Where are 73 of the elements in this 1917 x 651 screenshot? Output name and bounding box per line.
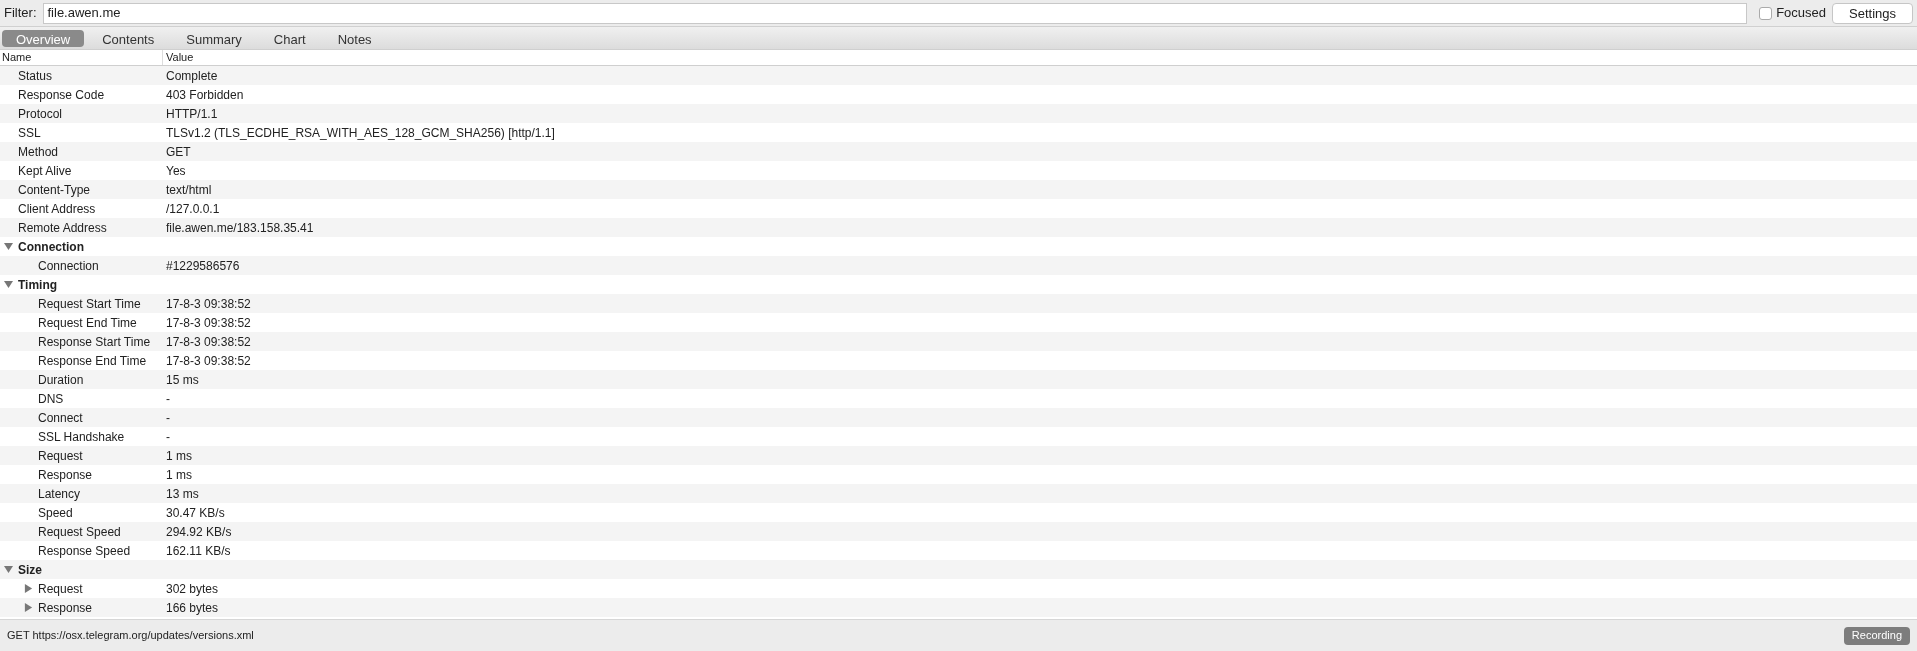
property-name: Connect [38,409,83,427]
property-value: /127.0.0.1 [165,200,220,218]
property-name: Status [18,67,53,85]
tab[interactable]: Contents [88,29,169,47]
filter-label: Filter: [4,4,37,23]
triangle-right-icon[interactable] [24,603,33,612]
group-label: Connection [18,238,84,256]
property-name: Remote Address [18,219,107,237]
property-value: 17-8-3 09:38:52 [165,295,251,313]
property-value: 1 ms [165,466,192,484]
property-value: 30.47 KB/s [165,504,225,522]
property-value: 13 ms [165,485,199,503]
settings-button[interactable]: Settings [1832,2,1913,24]
property-name: Duration [38,371,84,389]
property-name: SSL Handshake [38,428,125,446]
property-value: #1229586576 [165,257,240,275]
property-value: - [165,409,170,427]
property-name: SSL [18,124,41,142]
property-name: Response Speed [38,542,131,560]
property-value: TLSv1.2 (TLS_ECDHE_RSA_WITH_AES_128_GCM_SHA256) [http/1.1] [165,124,555,142]
property-value: Yes [165,162,186,180]
group-label: Timing [18,276,58,294]
focused-label: Focused [1776,4,1826,23]
property-name: Request Start Time [38,295,141,313]
property-value: file.awen.me/183.158.35.41 [165,219,314,237]
property-value: 17-8-3 09:38:52 [165,333,251,351]
tab[interactable]: Chart [259,29,320,47]
property-value: 17-8-3 09:38:52 [165,314,251,332]
triangle-down-icon[interactable] [4,280,13,289]
property-value: 302 bytes [165,580,219,598]
property-name: Request [38,580,83,598]
property-value: 15 ms [165,371,199,389]
property-value: 166 bytes [165,599,219,617]
property-name: Kept Alive [18,162,72,180]
property-value: 403 Forbidden [165,86,244,104]
property-name: Response [38,466,93,484]
property-value: 17-8-3 09:38:52 [165,352,251,370]
property-name: Speed [38,504,73,522]
request-url: GET https://osx.telegram.org/updates/versions.xml [7,628,254,644]
triangle-down-icon[interactable] [4,565,13,574]
property-value: 1 ms [165,447,192,465]
focused-checkbox[interactable] [1759,6,1773,20]
recording-button[interactable]: Recording [1843,626,1910,645]
filter-field[interactable]: file.awen.me [42,2,1748,24]
property-name: Connection [38,257,99,275]
triangle-down-icon[interactable] [4,242,13,251]
property-value: text/html [165,181,212,199]
property-name: Client Address [18,200,96,218]
property-name: Request Speed [38,523,121,541]
property-value: Complete [165,67,218,85]
property-name: Method [18,143,59,161]
property-name: Response End Time [38,352,147,370]
property-value: - [165,390,170,408]
property-name: DNS [38,390,64,408]
group-label: Size [18,561,42,579]
property-name: Response [38,599,93,617]
property-name: Latency [38,485,81,503]
column-header[interactable]: Value [163,50,194,65]
property-name: Response Start Time [38,333,151,351]
tab[interactable]: Summary [172,29,256,47]
property-value: GET [165,143,191,161]
property-name: Request [38,447,83,465]
property-value: 162.11 KB/s [165,542,231,560]
triangle-right-icon[interactable] [24,584,33,593]
property-name: Request End Time [38,314,137,332]
property-value: 294.92 KB/s [165,523,232,541]
property-name: Response Code [18,86,105,104]
property-value: - [165,428,170,446]
tab[interactable]: Notes [323,29,386,47]
property-name: Protocol [18,105,63,123]
property-value: HTTP/1.1 [165,105,218,123]
column-header[interactable]: Name [0,50,163,65]
property-name: Content-Type [18,181,91,199]
